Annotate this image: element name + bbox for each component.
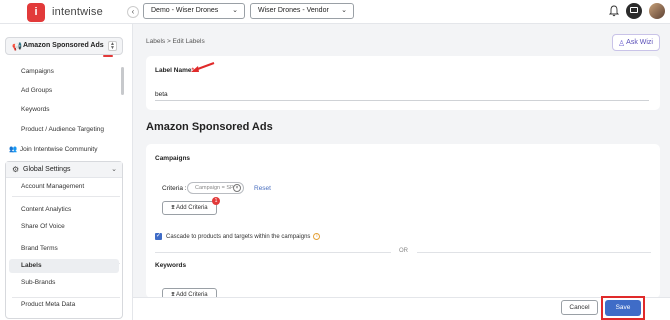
megaphone-icon: 📢	[12, 42, 22, 51]
campaigns-title: Campaigns	[155, 155, 191, 162]
sidebar-item-content-analytics[interactable]: Content Analytics	[21, 206, 71, 213]
sidebar-item-keywords[interactable]: Keywords	[21, 106, 50, 113]
divider-line	[417, 252, 651, 253]
collapse-sidebar-button[interactable]: ‹	[127, 6, 139, 18]
cancel-button[interactable]: Cancel	[561, 300, 598, 315]
or-divider: OR	[155, 248, 651, 256]
cascade-option[interactable]: ✓ Cascade to products and targets within …	[155, 233, 321, 241]
chat-icon	[630, 7, 638, 13]
add-criteria-button[interactable]: ⩩ Add Criteria	[162, 201, 217, 215]
divider	[12, 196, 120, 197]
avatar[interactable]	[649, 3, 665, 19]
sort-toggle-icon[interactable]: ▲ ▼	[108, 41, 117, 51]
save-button[interactable]: Save	[605, 300, 641, 316]
sidebar-section-label: Amazon Sponsored Ads	[23, 42, 104, 49]
criteria-label: Criteria :	[162, 185, 187, 192]
breadcrumb[interactable]: Labels > Edit Labels	[146, 38, 205, 45]
sidebar: 📢 Amazon Sponsored Ads ▲ ▼ Campaigns Ad G…	[0, 24, 133, 320]
logo-text: intentwise	[52, 6, 103, 18]
global-settings-label: Global Settings	[23, 166, 71, 173]
add-criteria-label: Add Criteria	[175, 205, 208, 211]
people-icon: 👥	[9, 146, 18, 153]
campaigns-card: Campaigns Criteria : Campaign = SP × Res…	[146, 144, 660, 302]
account-select[interactable]: Wiser Drones - Vendor ⌄	[250, 3, 354, 19]
cascade-label: Cascade to products and targets within t…	[166, 234, 311, 241]
criteria-chip-text: Campaign = SP	[195, 185, 234, 191]
label-name-input[interactable]: beta	[155, 89, 649, 101]
divider-line	[155, 252, 391, 253]
keywords-title: Keywords	[155, 262, 187, 269]
criteria-chip[interactable]: Campaign = SP ×	[187, 182, 244, 194]
filter-icon: ⩩	[171, 205, 175, 211]
or-text: OR	[399, 248, 408, 254]
workspace-select[interactable]: Demo - Wiser Drones ⌄	[143, 3, 245, 19]
community-label: Join Intentwise Community	[19, 146, 98, 153]
label-name-title: Label Name*	[155, 67, 194, 74]
sidebar-section-amazon-sponsored-ads[interactable]: 📢 Amazon Sponsored Ads ▲ ▼	[5, 37, 123, 55]
global-settings-header[interactable]: ⚙ Global Settings ⌄	[6, 162, 122, 178]
cascade-checkbox[interactable]: ✓	[155, 233, 162, 240]
sidebar-item-account-management[interactable]: Account Management	[21, 183, 84, 190]
wizi-icon: ♙	[618, 39, 626, 48]
section-title: Amazon Sponsored Ads	[146, 121, 273, 133]
annotation-arrow-icon	[191, 62, 215, 72]
account-select-value: Wiser Drones - Vendor	[258, 7, 329, 14]
divider	[12, 297, 120, 298]
gear-icon: ⚙	[12, 165, 20, 174]
label-name-card: Label Name* beta	[146, 56, 660, 110]
sidebar-scrollbar[interactable]	[121, 67, 124, 95]
ask-wizi-button[interactable]: ♙ Ask Wizi	[612, 34, 660, 51]
sidebar-item-ad-groups[interactable]: Ad Groups	[21, 87, 52, 94]
bell-icon[interactable]	[609, 5, 619, 17]
sidebar-item-brand-terms[interactable]: Brand Terms	[21, 245, 58, 252]
sidebar-item-sub-brands[interactable]: Sub-Brands	[21, 279, 55, 286]
label-name-text: Label Name	[155, 67, 192, 74]
info-icon[interactable]: i	[313, 233, 321, 240]
sidebar-item-campaigns[interactable]: Campaigns	[21, 68, 54, 75]
sidebar-item-product-meta-data[interactable]: Product Meta Data	[21, 301, 75, 308]
workspace-select-value: Demo - Wiser Drones	[151, 7, 219, 14]
top-bar: i intentwise ‹ Demo - Wiser Drones ⌄ Wis…	[0, 0, 670, 24]
logo-icon: i	[27, 3, 45, 22]
chat-button[interactable]	[626, 3, 642, 19]
criteria-count-badge: 1	[212, 197, 220, 205]
ask-wizi-label: Ask Wizi	[626, 39, 653, 46]
chevron-down-icon: ⌄	[341, 7, 347, 14]
chevron-down-icon: ⌄	[111, 166, 117, 173]
sidebar-item-product-audience-targeting[interactable]: Product / Audience Targeting	[21, 126, 104, 133]
chevron-down-icon: ⌄	[232, 7, 238, 14]
reset-link[interactable]: Reset	[254, 185, 271, 192]
sidebar-item-community[interactable]: 👥 Join Intentwise Community	[9, 145, 97, 153]
remove-chip-icon[interactable]: ×	[233, 184, 241, 192]
active-indicator	[103, 55, 113, 57]
sidebar-item-share-of-voice[interactable]: Share Of Voice	[21, 223, 65, 230]
sidebar-item-labels[interactable]: Labels	[21, 262, 42, 269]
